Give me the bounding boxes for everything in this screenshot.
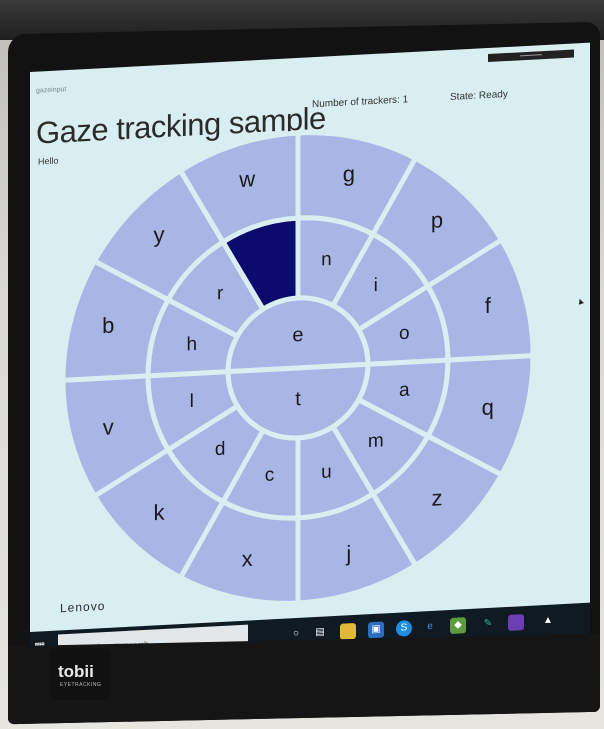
tobii-eye-tracker: tobii EYETRACKING: [50, 648, 110, 700]
visual-studio-icon[interactable]: [508, 614, 524, 631]
system-tray-icon[interactable]: ▲: [540, 612, 556, 629]
center-letter-top: e: [292, 324, 303, 347]
middle-letter-4: m: [368, 430, 384, 452]
middle-letter-5: u: [321, 461, 332, 483]
trackers-value: 1: [402, 94, 409, 106]
store-icon[interactable]: [340, 622, 356, 640]
middle-letter-1: i: [374, 275, 378, 296]
trackers-status: Number of trackers: 1: [312, 94, 408, 110]
outer-letter-8: v: [103, 414, 114, 440]
outer-letter-0: g: [343, 161, 355, 187]
skype-icon[interactable]: ▣: [368, 621, 384, 639]
outer-letter-2: f: [485, 293, 492, 318]
window-controls[interactable]: [488, 49, 574, 62]
middle-letter-2: o: [399, 323, 410, 345]
middle-letter-3: a: [399, 380, 410, 402]
state-value: Ready: [478, 88, 508, 102]
app-icon[interactable]: ◆: [450, 617, 466, 634]
center-letter-bottom: t: [295, 388, 301, 410]
app-caption: gazeinput: [36, 86, 67, 95]
state-status: State: Ready: [450, 89, 508, 103]
outer-letter-10: y: [154, 222, 165, 248]
state-label: State:: [450, 90, 477, 103]
middle-letter-9: h: [186, 334, 197, 356]
middle-letter-10: r: [217, 283, 224, 304]
outer-letter-4: z: [431, 485, 442, 511]
tool-icon[interactable]: ✎: [480, 616, 496, 633]
middle-letter-7: d: [215, 439, 226, 461]
tobii-subtitle: EYETRACKING: [60, 682, 102, 688]
laptop-brand: Lenovo: [60, 598, 106, 616]
middle-letter-0: n: [321, 249, 332, 271]
outer-letter-9: b: [102, 313, 114, 339]
outer-letter-11: w: [238, 166, 255, 192]
middle-letter-8: l: [190, 391, 194, 412]
tobii-logo: tobii: [58, 662, 94, 681]
outer-letter-1: p: [431, 207, 443, 233]
outer-letter-3: q: [482, 394, 494, 420]
app-window: gazeinput Gaze tracking sample Number of…: [30, 42, 590, 673]
browser-icon[interactable]: e: [422, 619, 438, 636]
outer-letter-6: x: [242, 546, 253, 572]
trackers-label: Number of trackers:: [312, 94, 400, 111]
outer-letter-5: j: [345, 541, 351, 566]
gaze-letter-wheel: e t n i o a m u c d l h r g p f q z j x k v b y w: [60, 130, 536, 606]
middle-letter-6: c: [265, 464, 274, 485]
hello-text: Hello: [38, 155, 59, 167]
outer-letter-7: k: [154, 500, 166, 526]
edge-icon[interactable]: S: [396, 619, 412, 637]
